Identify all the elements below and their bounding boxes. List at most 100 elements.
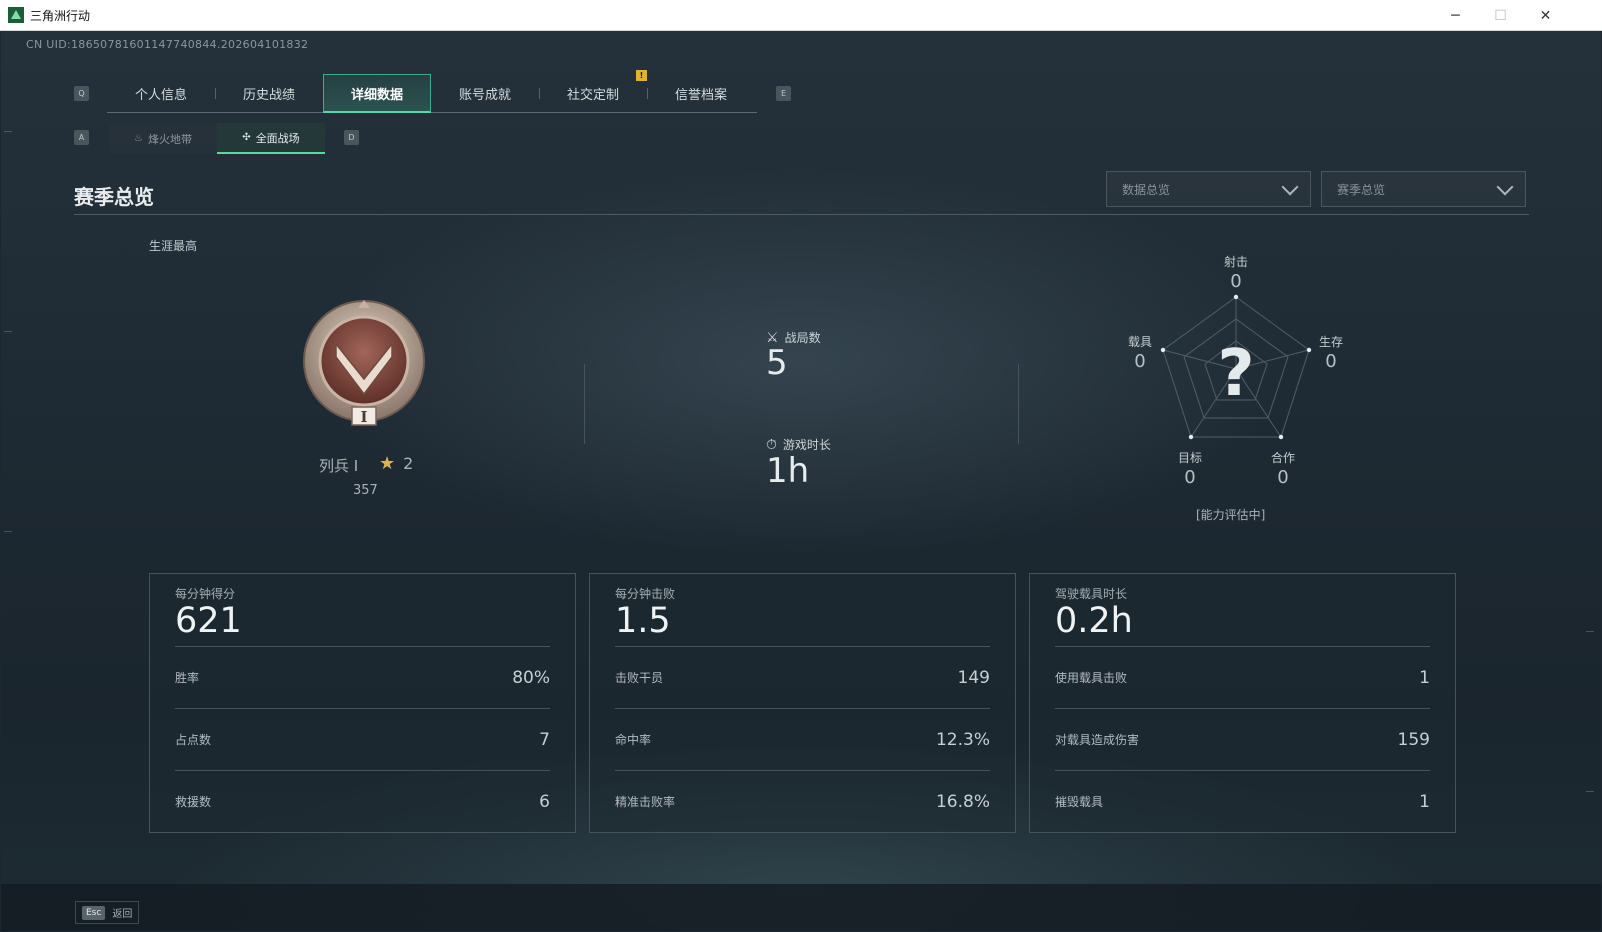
radar-label-survival: 生存	[1318, 335, 1343, 349]
vertical-divider	[584, 364, 585, 444]
radar-value-shooting: 0	[1230, 271, 1242, 292]
next-tab-key-hint[interactable]: E	[776, 86, 791, 101]
chevron-down-icon	[1496, 178, 1514, 196]
matches-label-text: 战局数	[784, 331, 821, 345]
frame-tick	[1586, 791, 1594, 792]
section-divider	[74, 214, 1529, 215]
stat-row-value: 7	[539, 729, 550, 750]
stat-row: 击败干员 149	[615, 646, 990, 708]
rank-name: 列兵 I	[319, 457, 359, 475]
rank-medal-icon: I	[303, 300, 425, 426]
subtab-full-battlefield[interactable]: ✣ 全面战场	[217, 123, 325, 154]
card-value: 621	[175, 601, 242, 641]
stat-row-value: 149	[957, 667, 990, 688]
stat-row-label: 击败干员	[615, 671, 664, 685]
radar-label-shooting: 射击	[1223, 255, 1248, 269]
radar-status-note: [能力评估中]	[1196, 508, 1266, 522]
notification-badge: !	[636, 70, 647, 81]
tab-4[interactable]: 社交定制	[539, 74, 647, 113]
radar-value-objective: 0	[1184, 467, 1196, 488]
player-uid: CN UID:18650781601147740844.202604101832	[26, 38, 309, 51]
stat-row: 占点数 7	[175, 708, 550, 770]
rank-star-count: 2	[403, 454, 414, 473]
section-title: 赛季总览	[74, 185, 154, 209]
stat-row: 胜率 80%	[175, 646, 550, 708]
rank-score: 357	[353, 483, 378, 498]
card-label: 每分钟得分	[175, 587, 236, 601]
close-button[interactable]: ✕	[1523, 0, 1568, 31]
star-icon: ★	[379, 453, 396, 474]
prev-tab-key-hint[interactable]: Q	[74, 86, 89, 101]
game-viewport: CN UID:18650781601147740844.202604101832…	[1, 31, 1601, 931]
back-label: 返回	[112, 909, 133, 920]
subtab-label: 烽火地带	[147, 132, 192, 146]
data-type-dropdown[interactable]: 数据总览	[1106, 171, 1311, 207]
next-subtab-key-hint[interactable]: D	[344, 130, 359, 145]
stat-row-label: 对载具造成伤害	[1055, 733, 1140, 747]
back-button[interactable]: Esc 返回	[75, 901, 140, 924]
stat-row-label: 使用载具击败	[1055, 671, 1128, 685]
stat-row-label: 胜率	[175, 671, 200, 685]
stat-row: 救援数 6	[175, 770, 550, 832]
stat-row: 命中率 12.3%	[615, 708, 990, 770]
flame-icon: ♨	[134, 133, 143, 144]
maximize-button[interactable]: ☐	[1478, 0, 1523, 31]
season-dropdown[interactable]: 赛季总览	[1321, 171, 1526, 207]
tab-5[interactable]: 信誉档案	[647, 74, 755, 113]
frame-tick	[4, 331, 12, 332]
radar-label-teamwork: 合作	[1270, 451, 1295, 465]
stat-row: 摧毁载具 1	[1055, 770, 1430, 832]
stat-row-label: 摧毁载具	[1055, 795, 1104, 809]
career-high-label: 生涯最高	[149, 239, 198, 253]
card-value: 1.5	[615, 601, 671, 641]
radar-value-teamwork: 0	[1277, 467, 1289, 488]
window-title-bar: 三角洲行动 ─ ☐ ✕	[0, 0, 1602, 31]
matches-value: 5	[766, 343, 788, 383]
dropdown-value: 数据总览	[1122, 182, 1171, 197]
app-logo-icon	[8, 7, 24, 23]
stat-row: 精准击败率 16.8%	[615, 770, 990, 832]
stat-row-value: 6	[539, 791, 550, 812]
stat-row: 对载具造成伤害 159	[1055, 708, 1430, 770]
minimize-button[interactable]: ─	[1433, 0, 1478, 31]
radar-label-objective: 目标	[1177, 451, 1202, 465]
tab-2[interactable]: 详细数据	[323, 74, 431, 113]
stat-row-value: 16.8%	[935, 791, 990, 812]
esc-key-hint: Esc	[82, 905, 106, 920]
bottom-bar: Esc 返回	[1, 884, 1601, 931]
stat-row-label: 救援数	[175, 795, 212, 809]
window-title: 三角洲行动	[30, 8, 91, 23]
subtab-label: 全面战场	[255, 131, 300, 145]
crossed-rifles-icon: ✣	[242, 132, 251, 143]
vertical-divider	[1018, 364, 1019, 444]
stat-row-value: 12.3%	[935, 729, 990, 750]
main-tab-bar: 个人信息 历史战绩 详细数据 账号成就 社交定制 信誉档案	[107, 74, 757, 113]
stat-row: 使用载具击败 1	[1055, 646, 1430, 708]
stat-row-label: 占点数	[175, 733, 212, 747]
tab-3[interactable]: 账号成就	[431, 74, 539, 113]
medal-numeral: I	[360, 408, 367, 426]
subtab-hazard-zone[interactable]: ♨ 烽火地带	[109, 123, 217, 154]
stat-row-label: 命中率	[615, 733, 652, 747]
frame-tick	[4, 131, 12, 132]
radar-unknown-mark: ?	[1217, 337, 1254, 411]
stat-card-vehicle: 驾驶载具时长 0.2h 使用载具击败 1 对载具造成伤害 159 摧毁载具 1	[1029, 573, 1456, 833]
tab-0[interactable]: 个人信息	[107, 74, 215, 113]
mode-subtab-bar: ♨ 烽火地带 ✣ 全面战场	[109, 123, 325, 154]
chevron-down-icon	[1281, 178, 1299, 196]
radar-value-survival: 0	[1325, 351, 1337, 372]
radar-value-vehicle: 0	[1134, 351, 1146, 372]
tab-1[interactable]: 历史战绩	[215, 74, 323, 113]
card-label: 驾驶载具时长	[1055, 587, 1128, 601]
stat-row-label: 精准击败率	[615, 795, 676, 809]
stat-card-kills: 每分钟击败 1.5 击败干员 149 命中率 12.3% 精准击败率 16.8%	[589, 573, 1016, 833]
stat-row-value: 159	[1397, 729, 1430, 750]
dropdown-value: 赛季总览	[1337, 182, 1386, 197]
stat-card-score: 每分钟得分 621 胜率 80% 占点数 7 救援数 6	[149, 573, 576, 833]
prev-subtab-key-hint[interactable]: A	[74, 130, 89, 145]
playtime-value: 1h	[766, 451, 810, 491]
card-value: 0.2h	[1055, 601, 1133, 641]
stat-row-value: 1	[1419, 667, 1430, 688]
stat-row-value: 80%	[512, 667, 550, 688]
radar-label-vehicle: 载具	[1127, 335, 1152, 349]
